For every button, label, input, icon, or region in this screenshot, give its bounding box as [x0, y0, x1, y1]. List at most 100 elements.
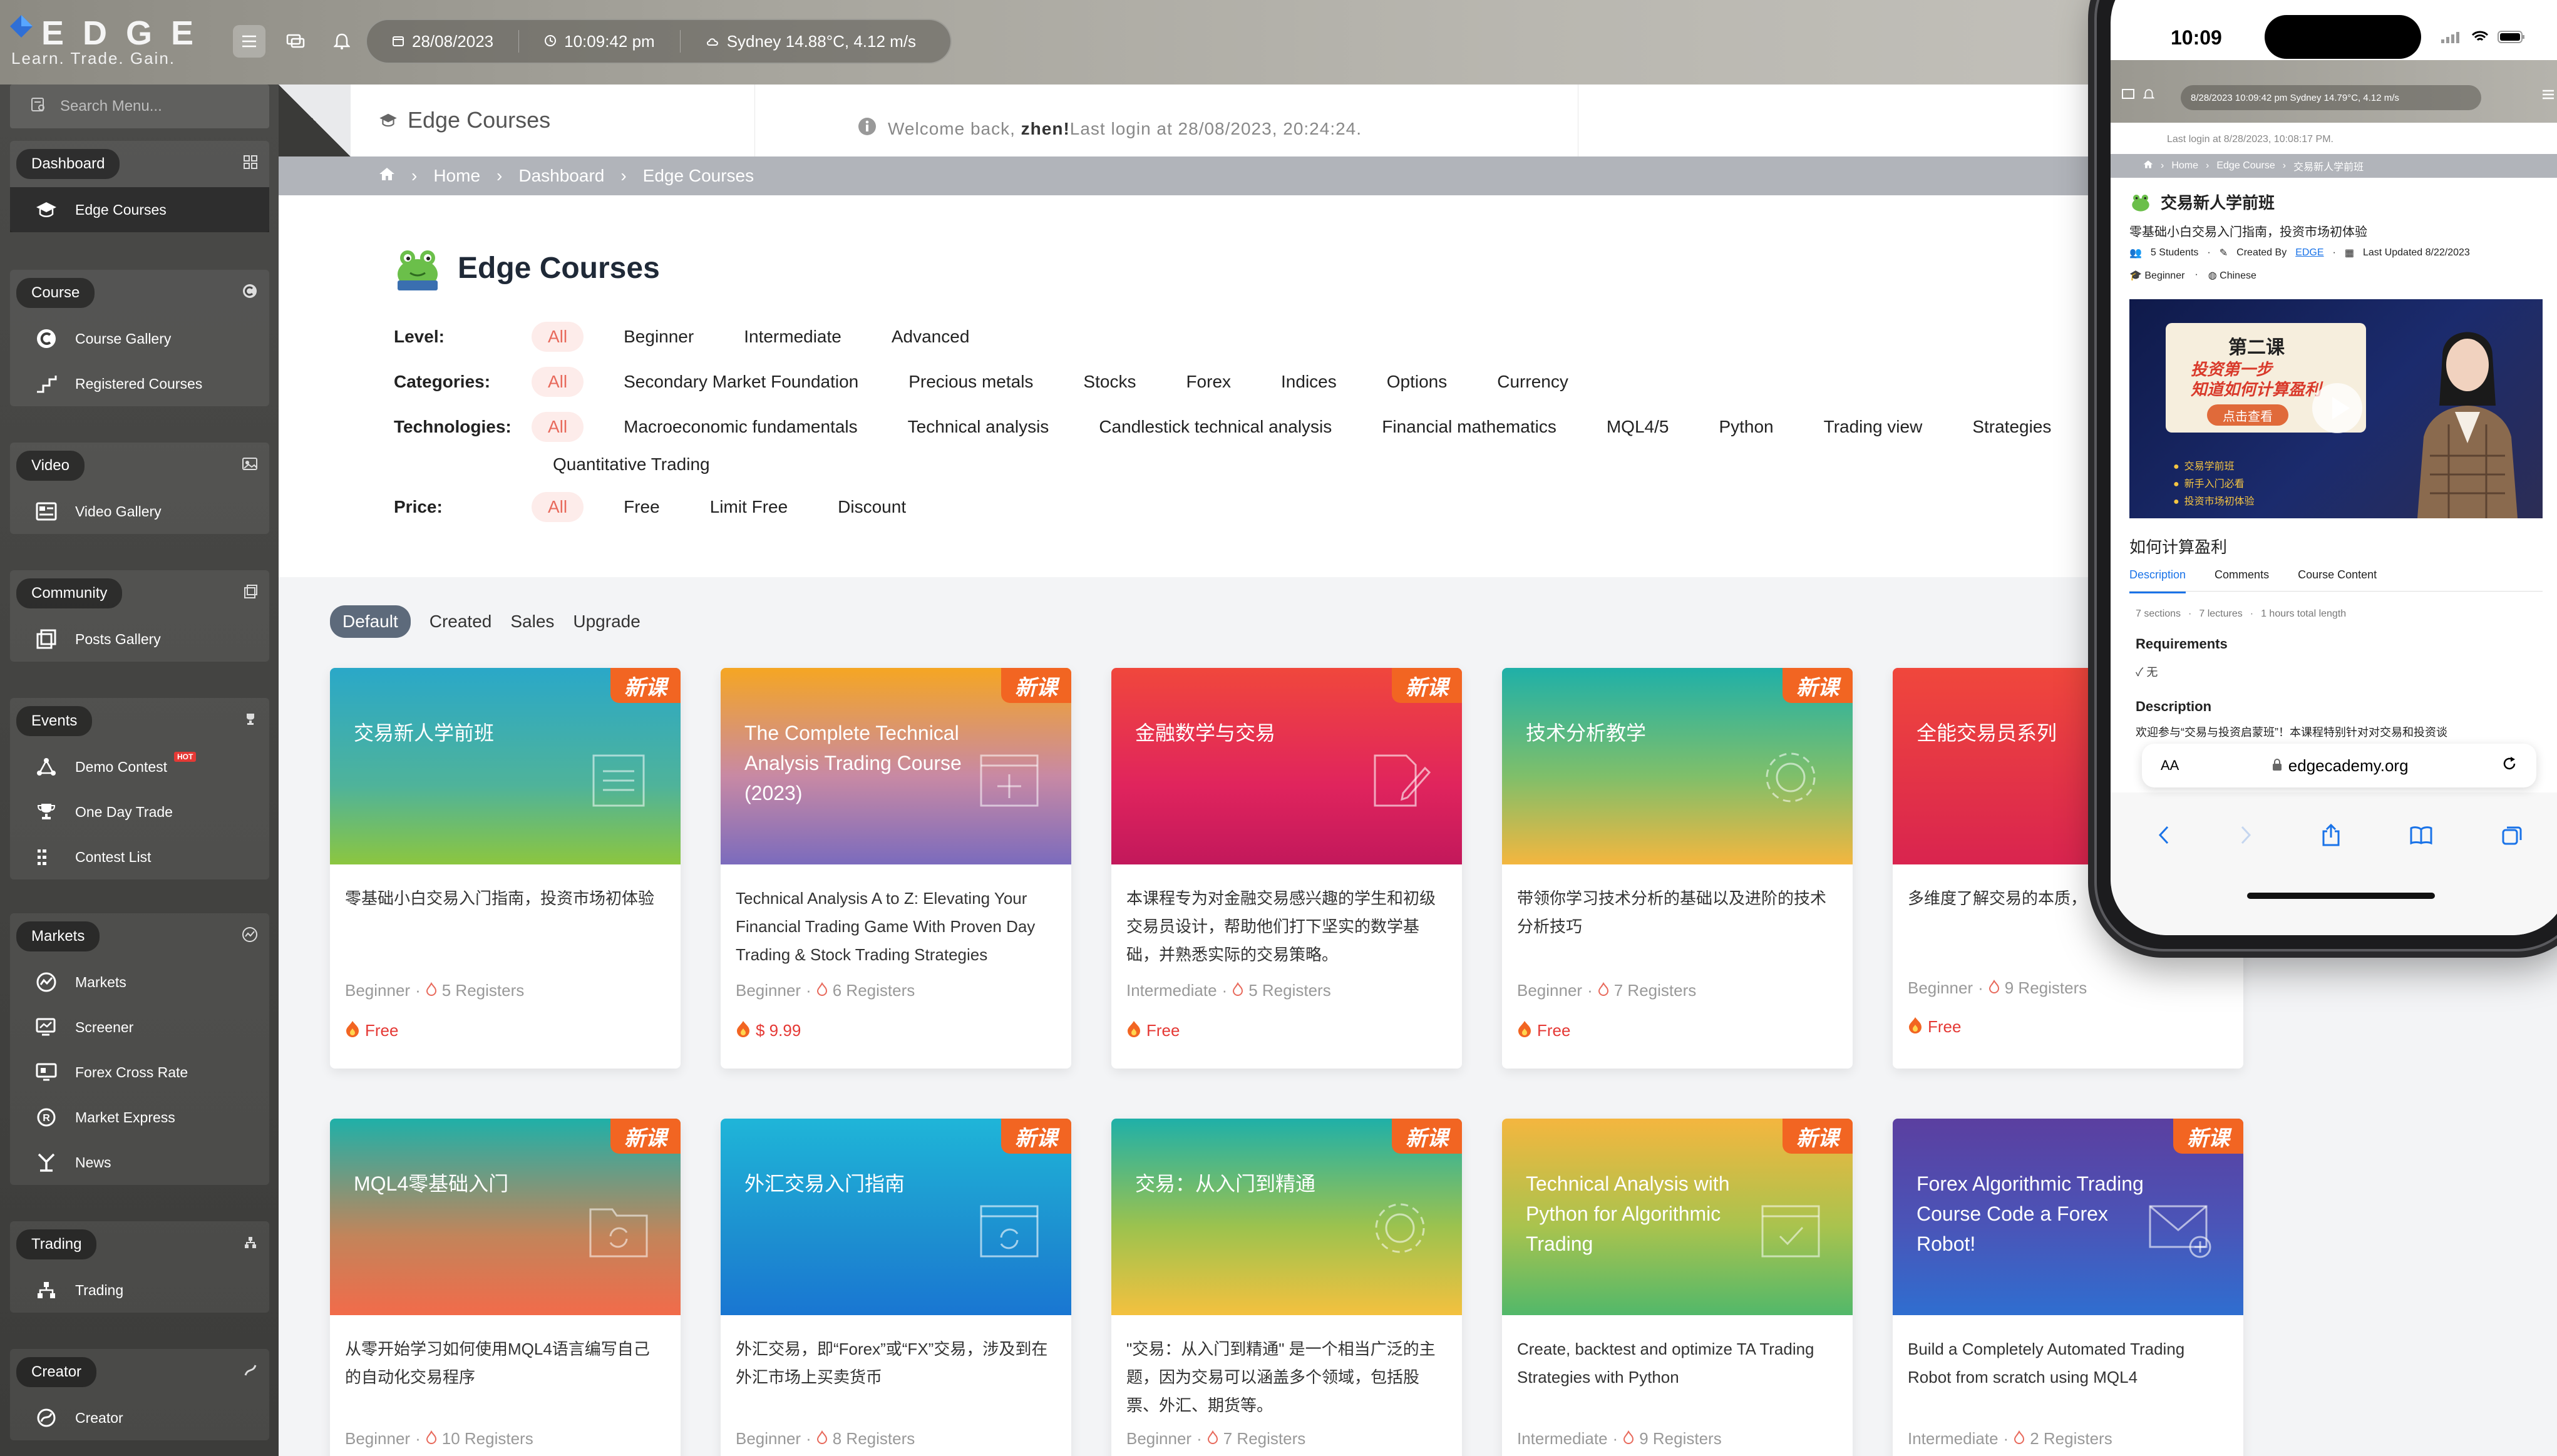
- sidebar-item-video-gallery[interactable]: Video Gallery: [10, 489, 269, 534]
- sidebar-item-posts-gallery[interactable]: Posts Gallery: [10, 617, 269, 662]
- filter-option[interactable]: Secondary Market Foundation: [624, 372, 858, 392]
- filter-option[interactable]: Intermediate: [744, 327, 841, 347]
- filter-option[interactable]: Advanced: [892, 327, 970, 347]
- group-title-video[interactable]: Video: [16, 451, 85, 481]
- course-card[interactable]: 新课 交易：从入门到精通 "交易：从入门到精通" 是一个相当广泛的主题，因为交易…: [1111, 1119, 1462, 1456]
- filter-option[interactable]: Indices: [1281, 372, 1337, 392]
- filter-option[interactable]: Precious metals: [908, 372, 1033, 392]
- logo[interactable]: EDGE Learn. Trade. Gain.: [9, 10, 272, 68]
- bookmarks-icon[interactable]: [2410, 826, 2432, 848]
- course-card[interactable]: 新课 外汇交易入门指南 外汇交易，即“Forex”或“FX”交易，涉及到在外汇市…: [721, 1119, 1071, 1456]
- sidebar-item-trading[interactable]: Trading: [10, 1268, 269, 1313]
- phone-video-player[interactable]: 第二课 投资第一步 知道如何计算盈利 点击查看 ● 交易学前班 ● 新手入门必看 ●…: [2129, 299, 2543, 518]
- course-card[interactable]: 新课 金融数学与交易 本课程专为对金融交易感兴趣的学生和初级交易员设计，帮助他们…: [1111, 668, 1462, 1069]
- tab-comments[interactable]: Comments: [2215, 568, 2269, 593]
- filter-option[interactable]: Trading view: [1824, 417, 1923, 437]
- sidebar-item-screener[interactable]: Screener: [10, 1005, 269, 1050]
- filter-option[interactable]: Macroeconomic fundamentals: [624, 417, 858, 437]
- home-indicator[interactable]: [2247, 893, 2435, 899]
- menu-toggle-icon[interactable]: [2122, 89, 2134, 102]
- tab-sales[interactable]: Sales: [510, 612, 554, 632]
- filter-option[interactable]: Options: [1387, 372, 1448, 392]
- sidebar-item-forex-cross-rate[interactable]: Forex Cross Rate: [10, 1050, 269, 1095]
- group-title-markets[interactable]: Markets: [16, 921, 100, 951]
- group-title-creator[interactable]: Creator: [16, 1357, 97, 1387]
- course-card[interactable]: 新课 Forex Algorithmic Trading Course Code…: [1893, 1119, 2243, 1456]
- course-card-desc: "交易：从入门到精通" 是一个相当广泛的主题，因为交易可以涵盖多个领域，包括股票…: [1126, 1340, 1436, 1415]
- course-card-desc: 本课程专为对金融交易感兴趣的学生和初级交易员设计，帮助他们打下坚实的数学基础，并…: [1126, 889, 1436, 964]
- filter-option[interactable]: Forex: [1186, 372, 1231, 392]
- course-card[interactable]: 新课 技术分析教学 带领你学习技术分析的基础以及进阶的技术分析技巧 Beginn…: [1502, 668, 1853, 1069]
- url-text[interactable]: edgecademy.org: [2288, 756, 2409, 776]
- chat-icon[interactable]: [279, 25, 312, 58]
- clock-icon: [544, 32, 557, 51]
- menu-toggle-icon[interactable]: [233, 25, 265, 58]
- sidebar-item-edge-courses[interactable]: Edge Courses: [10, 187, 269, 232]
- tabs-icon[interactable]: [2502, 825, 2522, 848]
- home-icon[interactable]: [379, 166, 395, 186]
- filter-option[interactable]: Quantitative Trading: [553, 454, 710, 474]
- text-size-button[interactable]: AA: [2161, 757, 2179, 774]
- sidebar-item-creator[interactable]: Creator: [10, 1395, 269, 1440]
- course-card[interactable]: 新课 Technical Analysis with Python for Al…: [1502, 1119, 1853, 1456]
- filter-option[interactable]: Stocks: [1083, 372, 1136, 392]
- sidebar-item-registered-courses[interactable]: Registered Courses: [10, 361, 269, 406]
- filter-option[interactable]: All: [532, 322, 584, 352]
- creator-link[interactable]: EDGE: [2295, 247, 2323, 259]
- filter-option[interactable]: Candlestick technical analysis: [1099, 417, 1332, 437]
- sidebar-item-demo-contest[interactable]: Demo Contest HOT: [10, 744, 269, 789]
- filter-option[interactable]: All: [532, 412, 584, 442]
- logo-mark-icon: [10, 15, 33, 38]
- sidebar-item-course-gallery[interactable]: Course Gallery: [10, 316, 269, 361]
- filter-option[interactable]: Free: [624, 497, 660, 517]
- course-card[interactable]: 新课 The Complete Technical Analysis Tradi…: [721, 668, 1071, 1069]
- filter-option[interactable]: Strategies: [1972, 417, 2051, 437]
- sidebar-item-news[interactable]: News: [10, 1140, 269, 1185]
- filter-option[interactable]: Beginner: [624, 327, 694, 347]
- tab-default[interactable]: Default: [330, 605, 411, 638]
- filter-option[interactable]: All: [532, 367, 584, 397]
- sidebar-item-markets[interactable]: Markets: [10, 960, 269, 1005]
- back-icon[interactable]: [2158, 825, 2170, 848]
- filter-option[interactable]: Technical analysis: [908, 417, 1049, 437]
- group-title-course[interactable]: Course: [16, 278, 95, 308]
- group-title-trading[interactable]: Trading: [16, 1229, 97, 1259]
- filter-option[interactable]: MQL4/5: [1607, 417, 1669, 437]
- filter-option[interactable]: Python: [1719, 417, 1773, 437]
- group-title-events[interactable]: Events: [16, 706, 93, 736]
- share-icon[interactable]: [2322, 823, 2340, 849]
- reload-icon[interactable]: [2501, 756, 2518, 776]
- home-icon[interactable]: [2143, 160, 2153, 172]
- safari-url-bar[interactable]: AA edgecademy.org: [2142, 744, 2536, 787]
- forward-icon[interactable]: [2240, 825, 2252, 848]
- tab-description[interactable]: Description: [2129, 568, 2186, 593]
- search-menu-input[interactable]: Search Menu...: [60, 98, 162, 115]
- filter-option[interactable]: All: [532, 492, 584, 522]
- list-menu-icon[interactable]: [2541, 89, 2555, 103]
- filter-option[interactable]: Limit Free: [710, 497, 788, 517]
- click-view-button[interactable]: 点击查看: [2207, 404, 2288, 426]
- sidebar-item-market-express[interactable]: R Market Express: [10, 1095, 269, 1140]
- bell-icon[interactable]: [2143, 88, 2155, 104]
- tab-upgrade[interactable]: Upgrade: [573, 612, 640, 632]
- filter-option[interactable]: Currency: [1497, 372, 1568, 392]
- play-icon[interactable]: [2312, 383, 2362, 433]
- breadcrumb-dashboard[interactable]: Dashboard: [518, 166, 604, 186]
- bell-icon[interactable]: [326, 25, 358, 58]
- sidebar-item-one-day-trade[interactable]: One Day Trade: [10, 789, 269, 834]
- breadcrumb-home[interactable]: Home: [433, 166, 480, 186]
- sidebar-item-contest-list[interactable]: Contest List: [10, 834, 269, 879]
- group-title-dashboard[interactable]: Dashboard: [16, 149, 120, 179]
- search-menu-icon: [30, 96, 46, 117]
- tab-created[interactable]: Created: [430, 612, 492, 632]
- filter-option[interactable]: Discount: [838, 497, 906, 517]
- group-title-community[interactable]: Community: [16, 578, 123, 608]
- course-card[interactable]: 新课 MQL4零基础入门 从零开始学习如何使用MQL4语言编写自己的自动化交易程…: [330, 1119, 681, 1456]
- wifi-icon: [2471, 30, 2489, 47]
- phone-breadcrumb-item[interactable]: Home: [2171, 160, 2198, 172]
- phone-breadcrumb-item[interactable]: Edge Course: [2216, 160, 2275, 172]
- tab-course-content[interactable]: Course Content: [2298, 568, 2377, 593]
- course-card[interactable]: 新课 交易新人学前班 零基础小白交易入门指南，投资市场初体验 Beginner ·…: [330, 668, 681, 1069]
- search-menu[interactable]: Search Menu...: [10, 85, 269, 128]
- filter-option[interactable]: Financial mathematics: [1382, 417, 1556, 437]
